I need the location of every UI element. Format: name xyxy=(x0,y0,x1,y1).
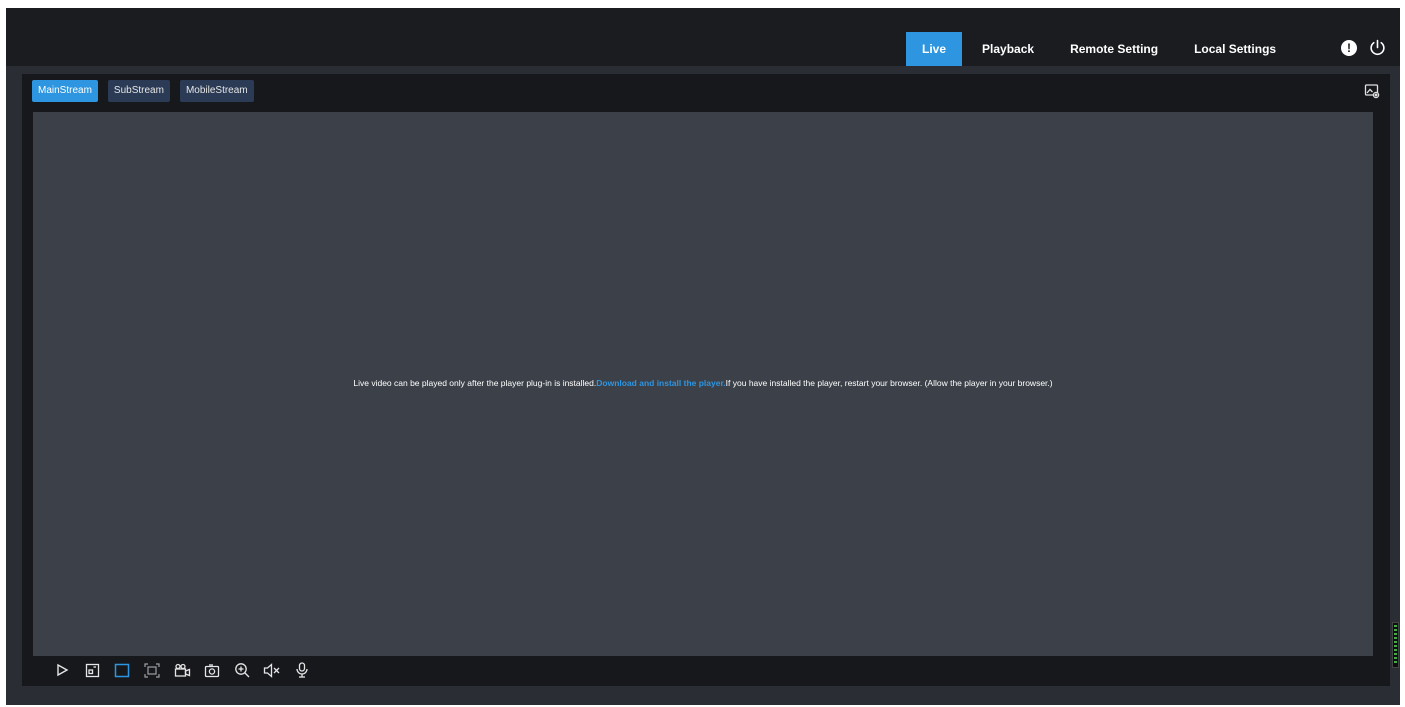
single-view-icon[interactable] xyxy=(82,660,102,680)
download-player-link[interactable]: Download and install the player. xyxy=(596,378,725,388)
snapshot-icon[interactable] xyxy=(202,660,222,680)
record-icon[interactable] xyxy=(172,660,192,680)
top-bar: Live Playback Remote Setting Local Setti… xyxy=(6,8,1400,66)
mute-icon[interactable] xyxy=(262,660,282,680)
tab-mainstream[interactable]: MainStream xyxy=(32,80,98,102)
player-message-hint: If you have installed the player, restar… xyxy=(725,378,1053,388)
alert-icon[interactable]: ! xyxy=(1341,39,1357,56)
play-icon[interactable] xyxy=(52,660,72,680)
tab-remote-setting[interactable]: Remote Setting xyxy=(1054,32,1174,66)
video-toolbar xyxy=(52,660,312,680)
tab-playback[interactable]: Playback xyxy=(966,32,1050,66)
image-settings-icon[interactable] xyxy=(1364,83,1380,99)
main-nav: Live Playback Remote Setting Local Setti… xyxy=(906,32,1292,66)
player-message-text: Live video can be played only after the … xyxy=(353,378,597,388)
zoom-in-icon[interactable] xyxy=(232,660,252,680)
fullscreen-icon[interactable] xyxy=(142,660,162,680)
tab-substream[interactable]: SubStream xyxy=(107,80,170,102)
window-layout-icon[interactable] xyxy=(112,660,132,680)
power-icon[interactable] xyxy=(1369,39,1386,56)
stream-tabs: MainStream SubStream MobileStream xyxy=(32,80,254,102)
tab-local-settings[interactable]: Local Settings xyxy=(1178,32,1292,66)
microphone-icon[interactable] xyxy=(292,660,312,680)
tab-live[interactable]: Live xyxy=(906,32,963,66)
tab-mobilestream[interactable]: MobileStream xyxy=(179,80,254,102)
live-panel: MainStream SubStream MobileStream Live v… xyxy=(22,74,1390,686)
player-message: Live video can be played only after the … xyxy=(33,378,1373,388)
app-window: Live Playback Remote Setting Local Setti… xyxy=(6,8,1400,705)
top-icons: ! xyxy=(1341,39,1386,56)
video-area[interactable]: Live video can be played only after the … xyxy=(33,112,1373,656)
audio-level-meter xyxy=(1392,622,1399,668)
